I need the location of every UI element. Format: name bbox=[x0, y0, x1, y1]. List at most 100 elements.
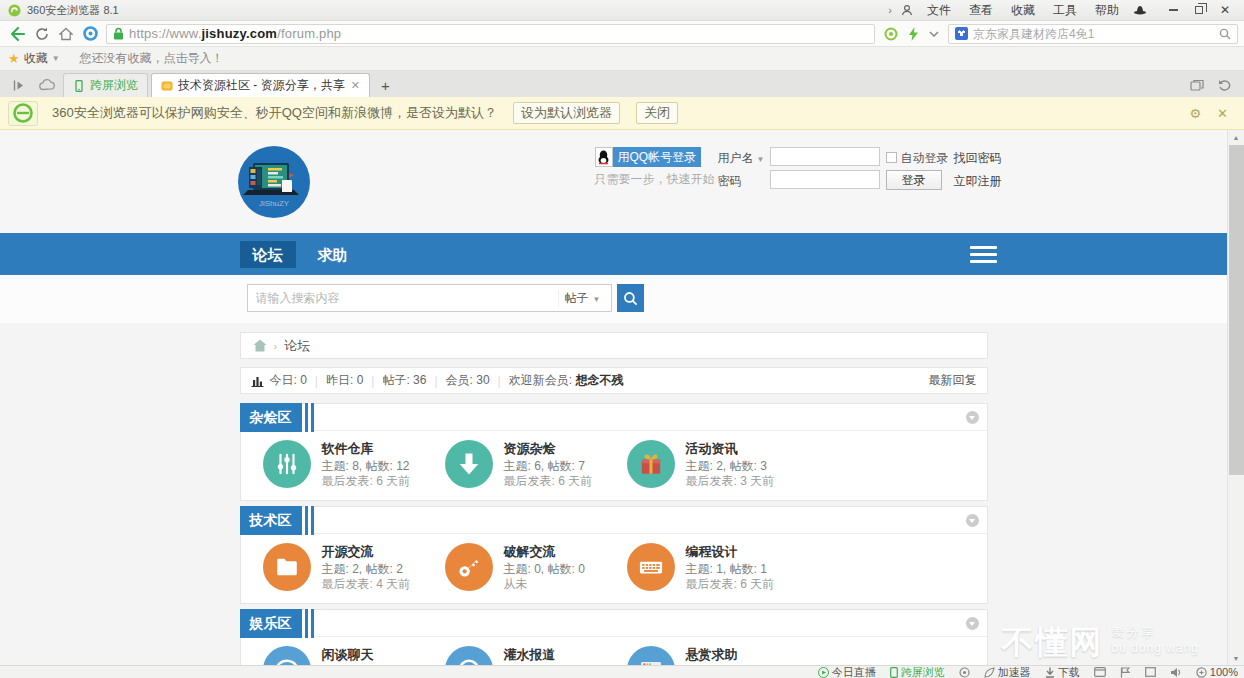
skin-icon[interactable] bbox=[1128, 4, 1152, 16]
notice-settings-icon[interactable]: ⚙ bbox=[1181, 106, 1209, 121]
latest-reply-link[interactable]: 最新回复 bbox=[929, 372, 977, 389]
section-collapse-icon[interactable] bbox=[966, 617, 979, 630]
url-text: https://www.jishuzy.com/forum.php bbox=[129, 26, 341, 41]
search-icon[interactable] bbox=[1219, 28, 1231, 40]
notice-dismiss-icon[interactable]: ✕ bbox=[1209, 106, 1236, 121]
forum-cracking[interactable]: 破解交流 主题: 0, 帖数: 0 从未 bbox=[445, 543, 627, 592]
section-collapse-icon[interactable] bbox=[966, 514, 979, 527]
scroll-down-icon[interactable]: ▼ bbox=[1228, 651, 1244, 665]
speed-icon[interactable] bbox=[903, 27, 924, 41]
cross-screen-button[interactable]: 跨屏浏览 bbox=[890, 665, 945, 678]
set-default-button[interactable]: 设为默认浏览器 bbox=[513, 102, 620, 124]
refresh-button[interactable] bbox=[30, 24, 54, 44]
key-icon bbox=[445, 543, 493, 591]
menu-file[interactable]: 文件 bbox=[918, 2, 960, 19]
tab-close-icon[interactable]: ✕ bbox=[351, 79, 360, 92]
username-input[interactable] bbox=[770, 147, 880, 166]
forum-section-fun: 娱乐区 闲谈聊天 bbox=[240, 609, 988, 665]
search-scope-dropdown[interactable]: 帖子▼ bbox=[558, 290, 611, 307]
site-logo[interactable]: JiShuZY bbox=[238, 146, 310, 218]
favorites-star-icon: ★ bbox=[8, 51, 20, 66]
download-button[interactable]: 下载 bbox=[1045, 665, 1080, 678]
reopen-tab-icon[interactable] bbox=[1211, 73, 1238, 97]
sidebar-toggle-icon[interactable] bbox=[6, 73, 32, 97]
tab-bar: 跨屏浏览 技术资源社区 - 资源分享，共享 ✕ + bbox=[0, 71, 1244, 97]
flag-icon[interactable] bbox=[1120, 667, 1131, 678]
forum-chat[interactable]: 闲谈聊天 bbox=[263, 646, 445, 665]
notice-close-button[interactable]: 关闭 bbox=[636, 102, 678, 124]
login-button[interactable]: 登录 bbox=[886, 170, 942, 190]
auto-login-checkbox[interactable] bbox=[886, 152, 897, 163]
minimize-button[interactable] bbox=[1160, 1, 1186, 19]
360-browser-icon bbox=[8, 101, 38, 126]
breadcrumb-current[interactable]: 论坛 bbox=[284, 337, 310, 355]
cloud-sync-icon[interactable] bbox=[32, 73, 63, 97]
nav-forum[interactable]: 论坛 bbox=[240, 241, 296, 268]
bookmark-hint[interactable]: 您还没有收藏，点击导入！ bbox=[80, 50, 224, 67]
notification-bar: 360安全浏览器可以保护网购安全、秒开QQ空间和新浪微博，是否设为默认？ 设为默… bbox=[0, 97, 1244, 130]
menu-help[interactable]: 帮助 bbox=[1086, 2, 1128, 19]
hamburger-icon[interactable] bbox=[970, 241, 997, 267]
windows-list-icon[interactable] bbox=[1183, 73, 1211, 97]
tab-cross-screen[interactable]: 跨屏浏览 bbox=[63, 73, 148, 97]
nav-help[interactable]: 求助 bbox=[305, 241, 361, 268]
speaker-icon[interactable] bbox=[1170, 667, 1182, 678]
forum-resources[interactable]: 资源杂烩 主题: 6, 帖数: 7 最后发表: 6 天前 bbox=[445, 440, 627, 489]
menu-view[interactable]: 查看 bbox=[960, 2, 1002, 19]
forum-search-input[interactable] bbox=[248, 291, 558, 305]
tab-forum[interactable]: 技术资源社区 - 资源分享，共享 ✕ bbox=[151, 73, 370, 97]
forum-reward[interactable]: 悬赏求助 bbox=[627, 646, 809, 665]
quick-search-box[interactable] bbox=[948, 24, 1238, 44]
360-wheel-icon[interactable] bbox=[78, 24, 102, 44]
password-input[interactable] bbox=[770, 170, 880, 189]
user-icon[interactable] bbox=[896, 4, 918, 16]
section-collapse-icon[interactable] bbox=[966, 411, 979, 424]
new-tab-button[interactable]: + bbox=[373, 73, 398, 97]
menu-favorites[interactable]: 收藏 bbox=[1002, 2, 1044, 19]
register-link[interactable]: 立即注册 bbox=[954, 173, 1002, 190]
menu-tools[interactable]: 工具 bbox=[1044, 2, 1086, 19]
forum-programming[interactable]: 编程设计 主题: 1, 帖数: 1 最后发表: 6 天前 bbox=[627, 543, 809, 592]
site-header: JiShuZY 用QQ帐号登录 只需要一步，快速开始 用户名▼ 自动登录 找回密… bbox=[0, 130, 1227, 233]
home-icon[interactable] bbox=[253, 339, 267, 352]
dropdown-caret-icon[interactable] bbox=[924, 31, 944, 37]
section-label[interactable]: 杂烩区 bbox=[240, 403, 302, 432]
hand-icon[interactable] bbox=[959, 667, 970, 678]
qq-login-button[interactable]: 用QQ帐号登录 bbox=[595, 147, 702, 167]
close-button[interactable]: ✕ bbox=[1212, 1, 1238, 19]
forum-search-button[interactable] bbox=[617, 284, 644, 312]
quick-search-input[interactable] bbox=[973, 27, 1219, 41]
qq-penguin-icon bbox=[595, 147, 613, 167]
section-label[interactable]: 娱乐区 bbox=[240, 609, 302, 638]
back-button[interactable] bbox=[6, 24, 30, 44]
panel-icon[interactable] bbox=[1145, 667, 1156, 677]
restore-button[interactable] bbox=[1186, 1, 1212, 19]
find-password-link[interactable]: 找回密码 bbox=[954, 150, 1002, 167]
window-icon[interactable] bbox=[1094, 667, 1106, 677]
favorites-label[interactable]: 收藏 bbox=[24, 50, 48, 67]
safety-check-icon[interactable] bbox=[879, 27, 903, 41]
section-label[interactable]: 技术区 bbox=[240, 506, 302, 535]
forum-search-field[interactable]: 帖子▼ bbox=[247, 284, 612, 312]
chevron-icon[interactable]: › bbox=[884, 4, 896, 16]
scrollbar-thumb[interactable] bbox=[1229, 145, 1244, 475]
home-button[interactable] bbox=[54, 24, 78, 44]
url-field[interactable]: https://www.jishuzy.com/forum.php bbox=[106, 24, 875, 44]
search-band: 帖子▼ bbox=[0, 275, 1227, 323]
forum-section-tech: 技术区 开源交流 主题: 2, 帖数: 2 最后发表: 4 天前 bbox=[240, 506, 988, 604]
forum-software-repo[interactable]: 软件仓库 主题: 8, 帖数: 12 最后发表: 6 天前 bbox=[263, 440, 445, 489]
download-arrow-icon bbox=[445, 440, 493, 488]
forum-opensource[interactable]: 开源交流 主题: 2, 帖数: 2 最后发表: 4 天前 bbox=[263, 543, 445, 592]
new-member-link[interactable]: 想念不残 bbox=[575, 372, 623, 389]
accelerator-button[interactable]: 加速器 bbox=[984, 665, 1031, 678]
password-label: 密码 bbox=[718, 173, 742, 190]
live-button[interactable]: 今日直播 bbox=[818, 665, 876, 678]
favorites-caret-icon[interactable]: ▼ bbox=[52, 54, 60, 63]
forum-water[interactable]: 灌水报道 bbox=[445, 646, 627, 665]
scrollbar[interactable]: ▲ ▼ bbox=[1227, 130, 1244, 665]
gift-icon bbox=[627, 440, 675, 488]
forum-activities[interactable]: 活动资讯 主题: 2, 帖数: 3 最后发表: 3 天前 bbox=[627, 440, 809, 489]
svg-text:JiShuZY: JiShuZY bbox=[258, 199, 289, 208]
scroll-up-icon[interactable]: ▲ bbox=[1228, 130, 1244, 144]
zoom-level[interactable]: 100% bbox=[1196, 666, 1238, 678]
